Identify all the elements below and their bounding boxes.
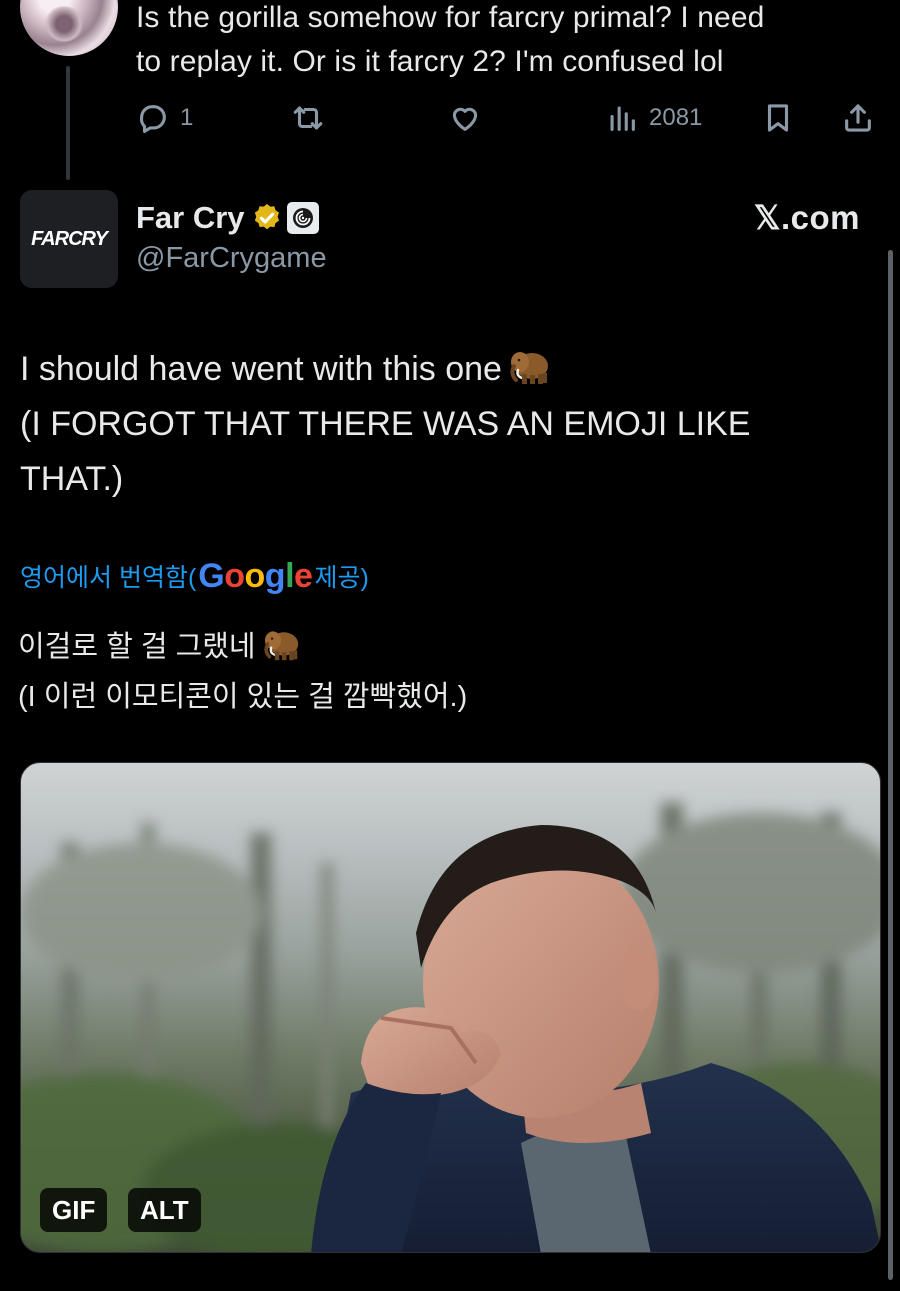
translation-prefix: 영어에서 번역함( xyxy=(20,564,197,592)
mammoth-emoji-icon xyxy=(510,352,548,384)
verified-badge-icon[interactable] xyxy=(251,202,283,234)
bookmark-button[interactable] xyxy=(761,96,795,140)
google-letter: o xyxy=(244,556,266,595)
like-button[interactable] xyxy=(448,96,482,140)
reply-text-line: Is the gorilla somehow for farcry primal… xyxy=(136,1,765,34)
author-display-name[interactable]: Far Cry xyxy=(136,200,245,236)
reply-tweet-text: Is the gorilla somehow for farcry primal… xyxy=(136,0,876,84)
tweet-line: I should have went with this one xyxy=(20,342,880,397)
google-letter: e xyxy=(294,556,313,595)
translation-suffix: 제공) xyxy=(314,564,369,592)
reply-count: 1 xyxy=(180,104,194,131)
gif-still-image xyxy=(21,803,880,1252)
google-letter: l xyxy=(285,556,295,595)
translated-line: (I 이런 이모티콘이 있는 걸 깜빡했어.) xyxy=(18,681,468,713)
views-button[interactable]: 2081 xyxy=(605,96,702,140)
views-icon xyxy=(610,106,635,131)
author-name-row: Far Cry xyxy=(136,198,319,238)
tweet-line: (I FORGOT THAT THERE WAS AN EMOJI LIKE xyxy=(20,405,751,443)
scrollbar[interactable] xyxy=(888,250,893,1280)
reply-text-line: to replay it. Or is it farcry 2? I'm con… xyxy=(136,45,724,78)
far-cry-avatar[interactable]: FARCRY xyxy=(20,190,118,288)
translated-text: 이걸로 할 걸 그랬네 (I 이런 이모티콘이 있는 걸 깜빡했어.) xyxy=(18,622,878,722)
reply-action-bar: 1 2081 xyxy=(0,96,900,140)
bookmark-icon xyxy=(767,104,789,132)
reply-button[interactable]: 1 xyxy=(136,96,193,140)
retweet-button[interactable] xyxy=(291,96,325,140)
retweet-icon xyxy=(293,106,323,130)
x-com-watermark: 𝕏.com xyxy=(753,199,860,236)
tweet-gif-media[interactable] xyxy=(20,762,881,1253)
mammoth-emoji-icon xyxy=(263,631,298,661)
ubisoft-affiliate-icon[interactable] xyxy=(286,202,319,234)
google-letter: G xyxy=(198,556,225,595)
reply-icon xyxy=(139,105,166,134)
share-icon xyxy=(845,104,871,132)
share-button[interactable] xyxy=(841,96,875,140)
like-icon xyxy=(452,107,478,131)
author-handle[interactable]: @FarCrygame xyxy=(136,242,327,275)
avatar-logo-text: FARCRY xyxy=(31,227,108,250)
tweet-body: I should have went with this one (I FORG… xyxy=(20,342,880,507)
google-letter: o xyxy=(224,556,245,595)
translation-attribution[interactable]: 영어에서 번역함( Google 제공) xyxy=(20,556,369,596)
gif-badge: GIF xyxy=(40,1188,108,1232)
tweet-line: THAT.) xyxy=(20,460,124,498)
google-letter: g xyxy=(264,556,286,595)
reply-author-avatar[interactable] xyxy=(20,0,118,56)
google-logo: Google xyxy=(198,556,313,596)
translated-line-text: 이걸로 할 걸 그랬네 xyxy=(18,631,256,663)
alt-text-button[interactable]: ALT xyxy=(128,1188,201,1232)
view-count: 2081 xyxy=(649,104,703,131)
translated-line: 이걸로 할 걸 그랬네 xyxy=(18,622,878,672)
tweet-line-text: I should have went with this one xyxy=(20,350,502,388)
